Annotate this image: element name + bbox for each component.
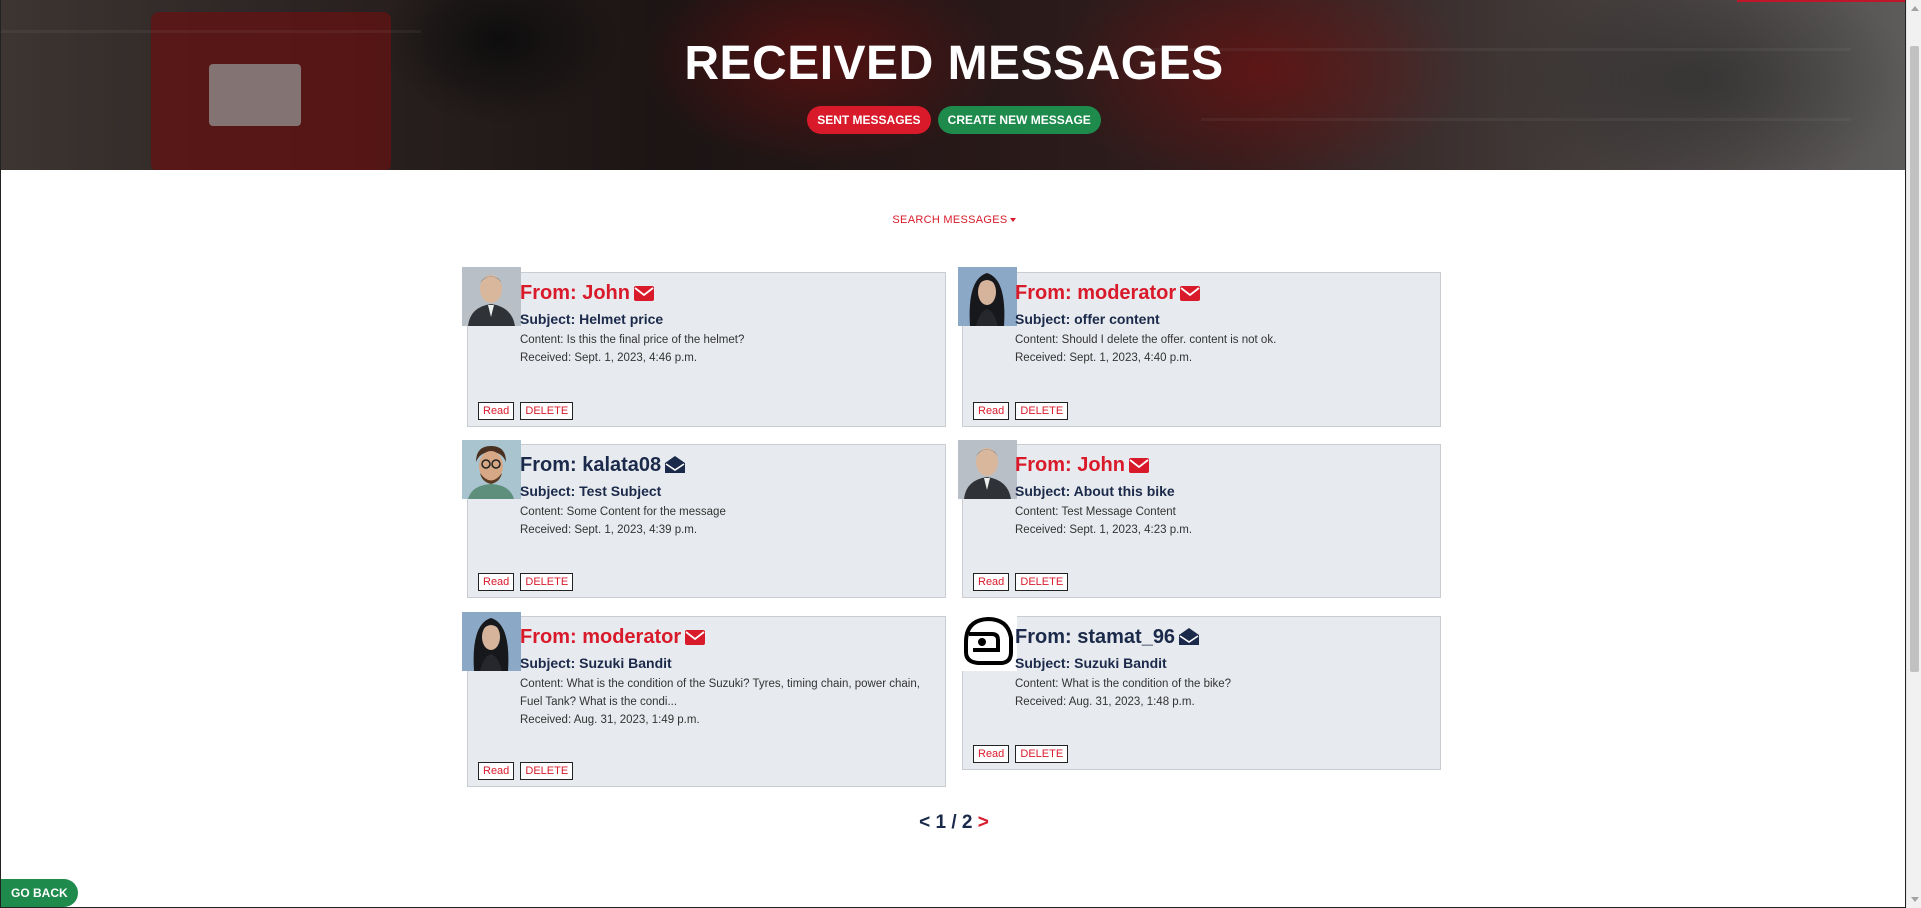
scroll-down-arrow-icon[interactable]: [1911, 897, 1919, 902]
message-subject: Subject: Helmet price: [520, 311, 664, 327]
avatar-man-glasses: [462, 440, 521, 499]
avatar-woman-dark-hair: [958, 267, 1017, 326]
message-content: Content: Should I delete the offer. cont…: [1015, 334, 1277, 346]
message-sender[interactable]: From: John: [1015, 453, 1430, 479]
envelope-closed-icon: [1129, 455, 1149, 479]
sender-label: From: John: [520, 282, 630, 304]
total-pages: 2: [961, 812, 973, 833]
message-body: From: stamat_96 Subject: Suzuki Bandit C…: [1015, 625, 1430, 711]
caret-down-icon: [1009, 218, 1016, 223]
message-card: From: John Subject: Helmet price Content…: [462, 267, 946, 427]
delete-button[interactable]: DELETE: [1015, 402, 1069, 420]
create-new-message-button[interactable]: CREATE NEW MESSAGE: [937, 106, 1101, 134]
avatar[interactable]: [462, 612, 521, 671]
message-actions: Read DELETE: [973, 570, 1069, 591]
message-subject: Subject: About this bike: [1015, 483, 1175, 499]
message-actions: Read DELETE: [478, 570, 574, 591]
envelope-closed-icon: [634, 283, 654, 307]
helmet-icon: [958, 612, 1017, 671]
avatar[interactable]: [958, 440, 1017, 499]
delete-button[interactable]: DELETE: [1015, 573, 1069, 591]
message-subject: Subject: Test Subject: [520, 483, 662, 499]
message-card: From: stamat_96 Subject: Suzuki Bandit C…: [958, 612, 1441, 770]
page-separator: /: [951, 812, 957, 833]
message-actions: Read DELETE: [478, 399, 574, 420]
message-subject: Subject: Suzuki Bandit: [520, 655, 672, 671]
message-received: Received: Sept. 1, 2023, 4:39 p.m.: [520, 524, 698, 536]
next-page-link[interactable]: >: [978, 812, 989, 833]
prev-page-link[interactable]: <: [919, 812, 930, 833]
read-button[interactable]: Read: [973, 402, 1010, 420]
read-button[interactable]: Read: [973, 745, 1010, 763]
avatar[interactable]: [462, 267, 521, 326]
message-sender[interactable]: From: John: [520, 281, 935, 307]
message-content: Content: Some Content for the message: [520, 506, 726, 518]
avatar[interactable]: [462, 440, 521, 499]
avatar[interactable]: [958, 267, 1017, 326]
sent-messages-button[interactable]: SENT MESSAGES: [807, 106, 931, 134]
message-sender[interactable]: From: moderator: [520, 625, 935, 651]
message-card: From: moderator Subject: Suzuki Bandit C…: [462, 612, 946, 787]
scrollbar-thumb[interactable]: [1910, 46, 1919, 672]
hero-actions: SENT MESSAGES CREATE NEW MESSAGE: [1, 106, 1905, 134]
read-button[interactable]: Read: [478, 573, 515, 591]
message-actions: Read DELETE: [478, 759, 574, 780]
read-button[interactable]: Read: [478, 402, 515, 420]
delete-button[interactable]: DELETE: [520, 402, 574, 420]
message-card: From: kalata08 Subject: Test Subject Con…: [462, 440, 946, 598]
message-subject: Subject: offer content: [1015, 311, 1160, 327]
hero-banner: RECEIVED MESSAGES SENT MESSAGES CREATE N…: [1, 0, 1905, 170]
message-subject: Subject: Suzuki Bandit: [1015, 655, 1167, 671]
message-content: Content: What is the condition of the Su…: [520, 678, 920, 708]
sender-label: From: moderator: [520, 626, 682, 648]
delete-button[interactable]: DELETE: [520, 573, 574, 591]
message-card: From: John Subject: About this bike Cont…: [958, 440, 1441, 598]
envelope-closed-icon: [1180, 283, 1201, 307]
vertical-scrollbar[interactable]: [1906, 0, 1921, 908]
message-content: Content: Is this the final price of the …: [520, 334, 745, 346]
page-title: RECEIVED MESSAGES: [684, 37, 1224, 90]
read-button[interactable]: Read: [478, 762, 515, 780]
search-messages-toggle[interactable]: SEARCH MESSAGES: [1, 214, 1905, 226]
avatar-man-suit: [958, 440, 1017, 499]
delete-button[interactable]: DELETE: [520, 762, 574, 780]
sender-label: From: stamat_96: [1015, 626, 1176, 648]
message-received: Received: Sept. 1, 2023, 4:46 p.m.: [520, 352, 698, 364]
message-actions: Read DELETE: [973, 399, 1069, 420]
message-sender[interactable]: From: kalata08: [520, 453, 935, 479]
pagination: < 1 / 2 >: [1, 812, 1905, 834]
message-actions: Read DELETE: [973, 742, 1069, 763]
message-sender[interactable]: From: moderator: [1015, 281, 1430, 307]
go-back-button[interactable]: GO BACK: [1, 879, 78, 907]
message-sender[interactable]: From: stamat_96: [1015, 625, 1430, 651]
page: RECEIVED MESSAGES SENT MESSAGES CREATE N…: [0, 0, 1906, 908]
message-content: Content: Test Message Content: [1015, 506, 1176, 518]
avatar[interactable]: [958, 612, 1017, 671]
sender-label: From: moderator: [1015, 282, 1177, 304]
top-accent-bar: [1737, 0, 1905, 2]
envelope-open-icon: [665, 455, 686, 479]
envelope-open-icon: [1179, 627, 1200, 651]
message-received: Received: Aug. 31, 2023, 1:48 p.m.: [1015, 696, 1195, 708]
current-page: 1: [935, 812, 947, 833]
sender-label: From: kalata08: [520, 454, 662, 476]
message-body: From: moderator Subject: Suzuki Bandit C…: [520, 625, 935, 729]
search-messages-label: SEARCH MESSAGES: [892, 214, 1008, 226]
message-body: From: kalata08 Subject: Test Subject Con…: [520, 453, 935, 539]
message-received: Received: Aug. 31, 2023, 1:49 p.m.: [520, 714, 700, 726]
message-received: Received: Sept. 1, 2023, 4:40 p.m.: [1015, 352, 1193, 364]
read-button[interactable]: Read: [973, 573, 1010, 591]
sender-label: From: John: [1015, 454, 1125, 476]
message-received: Received: Sept. 1, 2023, 4:23 p.m.: [1015, 524, 1193, 536]
message-body: From: John Subject: Helmet price Content…: [520, 281, 935, 367]
message-card: From: moderator Subject: offer content C…: [958, 267, 1441, 427]
message-body: From: moderator Subject: offer content C…: [1015, 281, 1430, 367]
scroll-up-arrow-icon[interactable]: [1911, 6, 1919, 11]
avatar-woman-dark-hair: [462, 612, 521, 671]
delete-button[interactable]: DELETE: [1015, 745, 1069, 763]
envelope-closed-icon: [685, 627, 706, 651]
avatar-man-suit: [462, 267, 521, 326]
message-content: Content: What is the condition of the bi…: [1015, 678, 1232, 690]
message-body: From: John Subject: About this bike Cont…: [1015, 453, 1430, 539]
